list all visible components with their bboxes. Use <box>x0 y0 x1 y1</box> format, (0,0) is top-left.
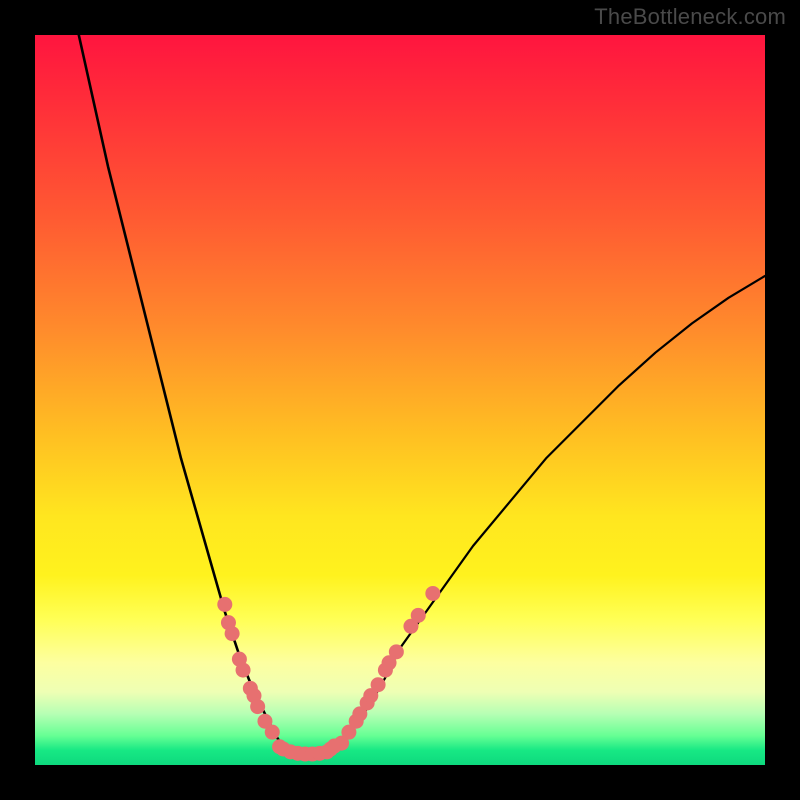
marker-point <box>371 677 386 692</box>
chart-frame: TheBottleneck.com <box>0 0 800 800</box>
curve-layer <box>79 35 765 756</box>
chart-svg <box>35 35 765 765</box>
marker-point <box>236 663 251 678</box>
curve-right-curve <box>327 276 765 754</box>
marker-point <box>327 739 342 754</box>
curve-left-curve <box>79 35 291 754</box>
marker-point <box>425 586 440 601</box>
marker-point <box>265 725 280 740</box>
plot-area <box>35 35 765 765</box>
marker-point <box>217 597 232 612</box>
marker-layer <box>217 586 440 762</box>
marker-point <box>225 626 240 641</box>
marker-point <box>250 699 265 714</box>
watermark-label: TheBottleneck.com <box>594 4 786 30</box>
marker-point <box>389 644 404 659</box>
marker-point <box>411 608 426 623</box>
